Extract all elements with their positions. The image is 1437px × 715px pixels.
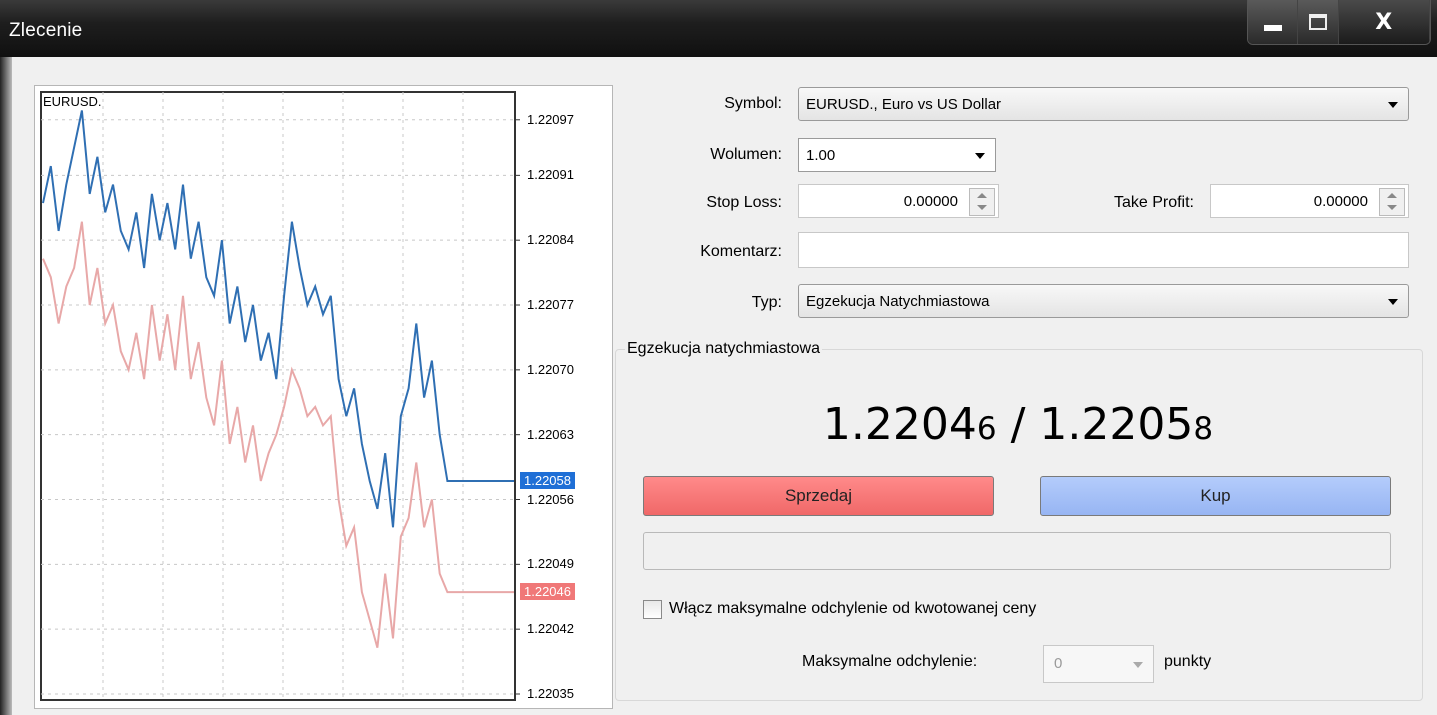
close-button[interactable]: X bbox=[1338, 0, 1430, 44]
bid-quote: 1.22046 bbox=[823, 399, 997, 450]
price-tick-label: 1.22056 bbox=[527, 491, 574, 507]
stop-loss-value: 0.00000 bbox=[903, 193, 958, 210]
comment-label: Komentarz: bbox=[700, 243, 782, 260]
window-content: EURUSD. 1.22097 1.22091 1.22084 1.22077 1.22… bbox=[12, 57, 1437, 715]
close-icon: X bbox=[1375, 9, 1393, 35]
chart-symbol-label: EURUSD. bbox=[43, 94, 102, 109]
execution-group-title: Egzekucja natychmiastowa bbox=[625, 340, 822, 358]
price-tick-label: 1.22084 bbox=[527, 232, 574, 248]
volume-select-value: 1.00 bbox=[806, 147, 836, 164]
chevron-down-icon bbox=[1133, 662, 1143, 668]
price-tick-label: 1.22097 bbox=[527, 111, 574, 127]
bid-quote-main: 1.2204 bbox=[822, 399, 977, 450]
ask-quote: 1.22058 bbox=[1039, 399, 1213, 450]
symbol-label: Symbol: bbox=[724, 95, 782, 112]
ask-quote-main: 1.2205 bbox=[1039, 399, 1194, 450]
quote-separator: / bbox=[996, 399, 1040, 450]
ask-price-badge: 1.22058 bbox=[520, 471, 575, 489]
price-tick-label: 1.22035 bbox=[527, 686, 574, 701]
maximize-icon bbox=[1308, 14, 1327, 30]
tick-chart-canvas bbox=[40, 91, 520, 701]
take-profit-value: 0.00000 bbox=[1313, 193, 1368, 210]
minimize-icon bbox=[1263, 25, 1282, 31]
type-label: Typ: bbox=[751, 294, 782, 311]
maximize-button[interactable] bbox=[1298, 0, 1339, 44]
volume-select[interactable]: 1.00 bbox=[798, 138, 996, 172]
max-deviation-unit: punkty bbox=[1164, 653, 1212, 670]
window-left-border bbox=[0, 57, 12, 715]
spin-down-icon bbox=[1387, 205, 1397, 210]
window-title: Zlecenie bbox=[9, 20, 83, 41]
bid-quote-pip: 6 bbox=[976, 411, 997, 447]
window-controls: X bbox=[1247, 0, 1431, 45]
take-profit-input[interactable]: 0.00000 bbox=[1210, 184, 1409, 218]
price-tick-label: 1.22077 bbox=[527, 297, 574, 312]
ask-quote-pip: 8 bbox=[1193, 411, 1214, 447]
plot-frame bbox=[40, 91, 516, 701]
volume-label: Wolumen: bbox=[710, 146, 782, 163]
max-deviation-checkbox-label[interactable]: Włącz maksymalne odchylenie od kwotowane… bbox=[669, 600, 1036, 618]
buy-button[interactable]: Kup bbox=[1040, 476, 1391, 516]
order-window: Zlecenie X EURUSD. 1.22097 1.22091 1.22084… bbox=[0, 0, 1437, 715]
chevron-down-icon bbox=[1388, 299, 1398, 305]
max-deviation-value: 0 bbox=[1054, 655, 1063, 672]
price-tick-label: 1.22063 bbox=[527, 426, 574, 442]
spin-up-icon bbox=[1387, 193, 1397, 198]
take-profit-spinner[interactable] bbox=[1379, 188, 1405, 216]
chevron-down-icon bbox=[1388, 102, 1398, 108]
take-profit-label: Take Profit: bbox=[1113, 194, 1194, 211]
tick-chart: EURUSD. 1.22097 1.22091 1.22084 1.22077 1.22… bbox=[34, 85, 613, 709]
order-type-select[interactable]: Egzekucja Natychmiastowa bbox=[798, 284, 1409, 318]
title-bar[interactable]: Zlecenie X bbox=[0, 0, 1437, 57]
sell-button[interactable]: Sprzedaj bbox=[643, 476, 994, 516]
max-deviation-select[interactable]: 0 bbox=[1043, 645, 1154, 683]
comment-input[interactable] bbox=[798, 232, 1409, 268]
stop-loss-label: Stop Loss: bbox=[706, 194, 782, 211]
quote-display: 1.22046 / 1.22058 bbox=[615, 399, 1421, 450]
spin-up-icon bbox=[977, 193, 987, 198]
stop-loss-spinner[interactable] bbox=[969, 188, 995, 216]
minimize-button[interactable] bbox=[1248, 0, 1299, 44]
bid-price-badge: 1.22046 bbox=[520, 583, 575, 601]
price-tick-label: 1.22091 bbox=[527, 167, 574, 183]
spin-down-icon bbox=[977, 205, 987, 210]
order-type-value: Egzekucja Natychmiastowa bbox=[806, 293, 990, 310]
symbol-select-value: EURUSD., Euro vs US Dollar bbox=[806, 96, 1002, 113]
symbol-select[interactable]: EURUSD., Euro vs US Dollar bbox=[798, 87, 1409, 121]
max-deviation-checkbox[interactable] bbox=[643, 600, 662, 619]
execution-status-bar bbox=[643, 532, 1391, 570]
price-tick-label: 1.22049 bbox=[527, 556, 574, 572]
stop-loss-input[interactable]: 0.00000 bbox=[798, 184, 999, 218]
max-deviation-label: Maksymalne odchylenie: bbox=[802, 653, 978, 670]
price-tick-label: 1.22070 bbox=[527, 361, 574, 377]
chevron-down-icon bbox=[975, 153, 985, 159]
price-tick-label: 1.22042 bbox=[527, 621, 574, 637]
